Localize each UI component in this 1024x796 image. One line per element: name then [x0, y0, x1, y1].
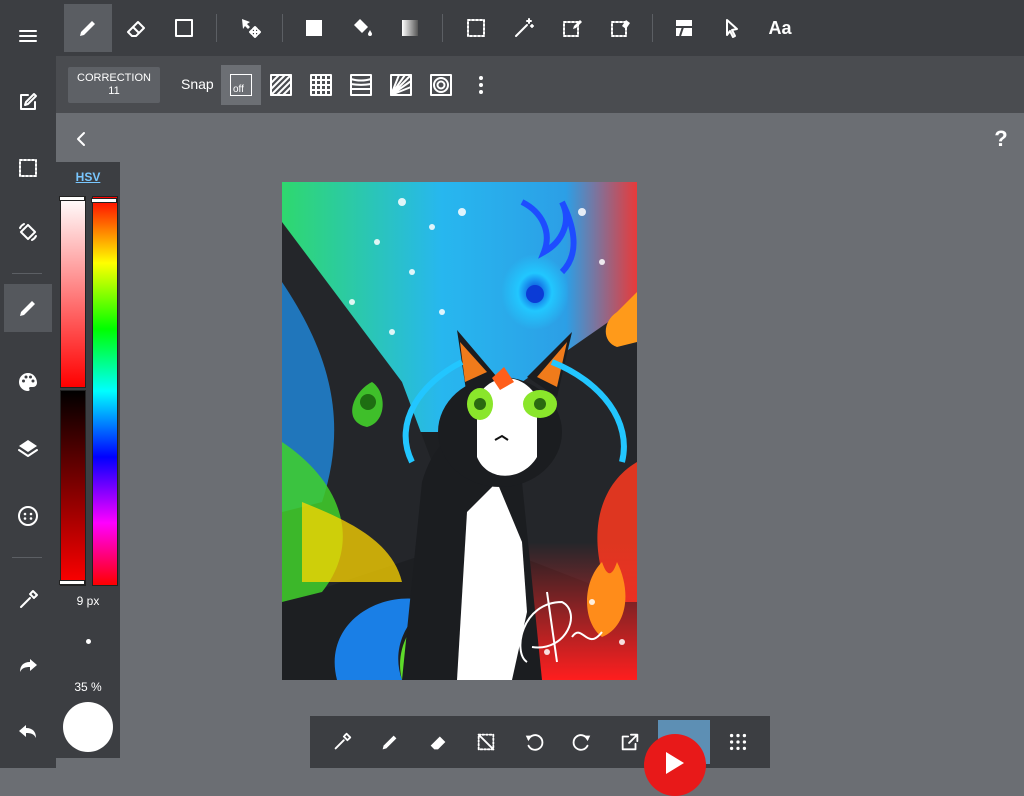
snap-grid-icon	[310, 74, 332, 96]
hsv-mode-tab[interactable]: HSV	[56, 170, 120, 184]
select-eraser-tool-icon[interactable]	[596, 4, 644, 52]
youtube-play-icon[interactable]	[644, 734, 706, 796]
left-sidebar	[0, 0, 56, 768]
saturation-slider[interactable]	[60, 196, 86, 388]
frame-divider-tool-icon[interactable]	[660, 4, 708, 52]
materials-icon[interactable]	[4, 492, 52, 540]
brush-tool-icon[interactable]	[64, 4, 112, 52]
snap-off-label: off	[233, 84, 244, 95]
correction-label: CORRECTION	[77, 72, 151, 84]
correction-button[interactable]: CORRECTION 11	[68, 67, 160, 103]
eraser-quick-icon[interactable]	[416, 720, 460, 764]
brush-size-preview	[86, 639, 91, 644]
brush-options-toolbar: CORRECTION 11 Snap off	[56, 56, 1024, 113]
current-color-swatch[interactable]	[63, 702, 113, 752]
help-button[interactable]: ?	[988, 124, 1014, 154]
snap-perspective-button[interactable]	[341, 65, 381, 105]
bucket-fill-tool-icon[interactable]	[338, 4, 386, 52]
snap-concentric-button[interactable]	[421, 65, 461, 105]
move-tool-icon[interactable]	[226, 4, 274, 52]
snap-perspective-icon	[350, 74, 372, 96]
hue-marker[interactable]	[91, 197, 117, 203]
snap-radial-button[interactable]	[381, 65, 421, 105]
grid-menu-icon[interactable]	[716, 720, 760, 764]
brush-opacity-label[interactable]: 35 %	[56, 680, 120, 694]
snap-radial-icon	[390, 74, 412, 96]
drawing-canvas[interactable]	[282, 182, 637, 680]
undo-quick-icon[interactable]	[512, 720, 556, 764]
clear-selection-icon[interactable]	[464, 720, 508, 764]
text-tool-label: Aa	[768, 17, 792, 38]
sidebar-divider	[12, 273, 42, 274]
snap-parallel-button[interactable]	[261, 65, 301, 105]
edit-icon[interactable]	[4, 78, 52, 126]
eyedropper-quick-icon[interactable]	[320, 720, 364, 764]
eraser-tool-icon[interactable]	[112, 4, 160, 52]
snap-concentric-icon	[430, 74, 452, 96]
more-options-icon[interactable]	[461, 65, 501, 105]
snap-off-icon: off	[230, 74, 252, 96]
menu-icon[interactable]	[4, 12, 52, 60]
layers-icon[interactable]	[4, 424, 52, 472]
value-slider[interactable]	[60, 390, 86, 586]
redo-quick-icon[interactable]	[560, 720, 604, 764]
undo-icon[interactable]	[4, 708, 52, 756]
gradient-tool-icon[interactable]	[386, 4, 434, 52]
snap-parallel-icon	[270, 74, 292, 96]
operation-tool-icon[interactable]	[708, 4, 756, 52]
redo-icon[interactable]	[4, 642, 52, 690]
select-pen-tool-icon[interactable]	[548, 4, 596, 52]
toolbar-divider	[282, 14, 283, 42]
fill-rect-tool-icon[interactable]	[290, 4, 338, 52]
color-panel: HSV 9 px 35 %	[56, 162, 120, 758]
select-tool-icon[interactable]	[452, 4, 500, 52]
shape-tool-icon[interactable]	[160, 4, 208, 52]
snap-off-button[interactable]: off	[221, 65, 261, 105]
collapse-panel-icon[interactable]	[66, 124, 96, 154]
saturation-marker[interactable]	[59, 195, 85, 201]
snap-label: Snap	[181, 76, 214, 92]
color-palette-icon[interactable]	[4, 358, 52, 406]
top-toolbar: Aa	[56, 0, 1024, 56]
value-marker[interactable]	[59, 580, 85, 586]
snap-grid-button[interactable]	[301, 65, 341, 105]
text-tool-button[interactable]: Aa	[756, 4, 804, 52]
pen-quick-icon[interactable]	[368, 720, 412, 764]
brush-icon[interactable]	[4, 284, 52, 332]
selection-icon[interactable]	[4, 144, 52, 192]
transform-icon[interactable]	[4, 208, 52, 256]
sidebar-divider	[12, 557, 42, 558]
toolbar-divider	[652, 14, 653, 42]
toolbar-divider	[216, 14, 217, 42]
brush-size-label[interactable]: 9 px	[56, 594, 120, 608]
magic-wand-tool-icon[interactable]	[500, 4, 548, 52]
correction-value: 11	[108, 85, 120, 97]
toolbar-divider	[442, 14, 443, 42]
hue-slider[interactable]	[92, 196, 118, 586]
eyedropper-icon[interactable]	[4, 576, 52, 624]
